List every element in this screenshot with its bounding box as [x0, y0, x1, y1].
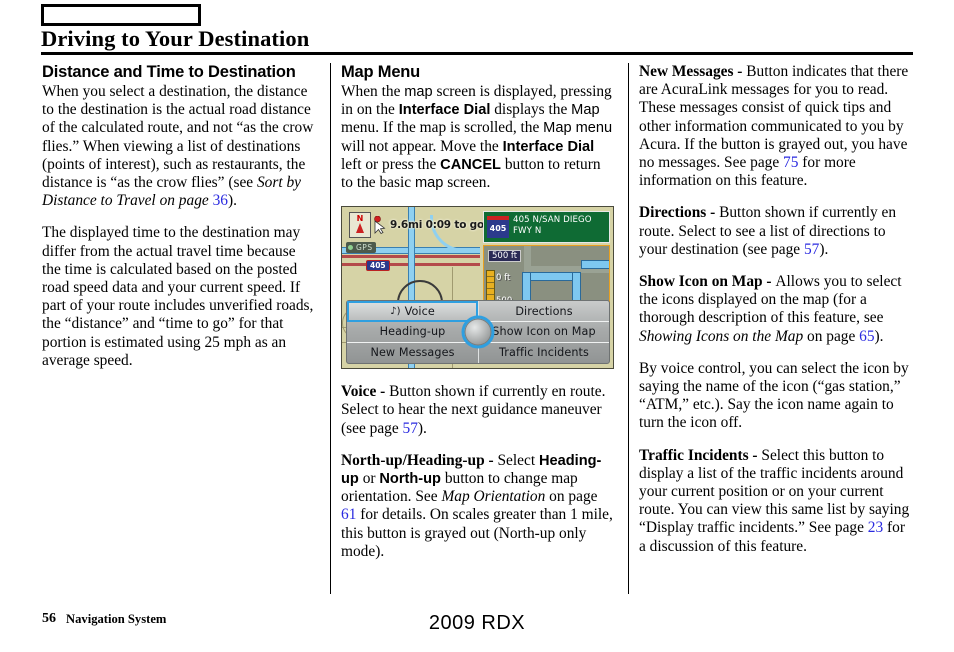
banner-highway-shield-icon: 405 [487, 216, 509, 239]
ui-term-map-menu: Map menu [543, 120, 613, 137]
map-menu-button-directions[interactable]: Directions [478, 301, 609, 322]
compass-north-label: N [356, 214, 364, 224]
text-run: or [358, 470, 380, 488]
page-title: Driving to Your Destination [41, 26, 310, 51]
map-menu-button-label: Show Icon on Map [492, 325, 596, 339]
map-menu-button-traffic-incidents[interactable]: Traffic Incidents [478, 342, 609, 364]
map-menu-button-label: Traffic Incidents [499, 346, 589, 360]
ui-term-interface-dial: Interface Dial [502, 138, 595, 155]
page-reference-link[interactable]: 57 [804, 241, 819, 258]
inset-scale-label-zero: 0 ft [496, 273, 511, 284]
ui-term-cancel: CANCEL [440, 156, 501, 173]
text-run: for details. On scales greater than 1 mi… [341, 506, 613, 560]
footer-model-year: 2009 RDX [428, 612, 526, 634]
paragraph-north-up-heading-up: North-up/Heading-up - Select Heading-up … [341, 452, 613, 561]
text-run: on page [803, 327, 860, 345]
paragraph-new-messages: New Messages - Button indicates that the… [639, 63, 911, 190]
text-run: menu. If the map is scrolled, the [341, 119, 544, 137]
text-run: ). [417, 419, 427, 437]
page-reference-link[interactable]: 75 [783, 154, 798, 171]
column-right: New Messages - Button indicates that the… [639, 63, 911, 570]
heading-map-menu: Map Menu [341, 63, 421, 81]
map-menu-button-show-icon-on-map[interactable]: Show Icon on Map [478, 321, 609, 343]
paragraph-map-menu-intro: When the map screen is displayed, pressi… [341, 83, 613, 192]
inset-scale-label-top: 500 ft [488, 250, 522, 263]
term-voice: Voice - [341, 383, 390, 401]
term-north-up-heading-up: North-up/Heading-up - [341, 451, 498, 469]
page-reference-link[interactable]: 36 [213, 192, 228, 209]
map-cursor-icon [373, 215, 387, 235]
guidance-banner: 405 405 N/SAN DIEGO FWY N [483, 211, 610, 244]
heading-distance-and-time: Distance and Time to Destination [42, 63, 296, 81]
column-divider-1 [330, 63, 331, 594]
term-new-messages: New Messages - [639, 63, 747, 80]
gps-status-indicator: GPS [346, 242, 376, 254]
text-run: will not appear. Move the [341, 137, 503, 155]
text-run-italic: Map Orientation [441, 488, 546, 506]
term-show-icon-on-map: Show Icon on Map - [639, 273, 776, 291]
text-run: ). [819, 240, 829, 258]
map-menu-button-label: New Messages [370, 346, 455, 360]
term-traffic-incidents: Traffic Incidents - [639, 446, 762, 464]
paragraph-traffic-incidents: Traffic Incidents - Select this button t… [639, 447, 911, 556]
ui-term-north-up: North-up [379, 471, 441, 488]
paragraph-displayed-time: The displayed time to the destination ma… [42, 224, 314, 369]
ui-term-map: Map [571, 102, 600, 119]
map-menu-button-label: Voice [404, 304, 435, 318]
column-divider-2 [628, 63, 629, 594]
highway-shield-icon: 405 [366, 260, 390, 272]
term-directions: Directions - [639, 204, 720, 222]
header-divider-rule [41, 52, 913, 55]
map-menu-button-new-messages[interactable]: New Messages [347, 343, 478, 364]
ui-term-map: map [404, 84, 433, 100]
page-reference-link[interactable]: 57 [403, 420, 418, 437]
page-reference-link[interactable]: 61 [341, 506, 356, 523]
ui-term-map: map [414, 175, 444, 192]
text-run: displays the [490, 101, 572, 119]
text-run: When the [341, 83, 405, 100]
paragraph-directions: Directions - Button shown if currently e… [639, 204, 911, 259]
distance-time-to-go-readout: 9.6mi 0:09 to go [390, 219, 484, 232]
chapter-tab-marker [41, 4, 201, 26]
column-middle: Map Menu When the map screen is displaye… [341, 63, 614, 575]
map-menu-button-label: Heading-up [379, 325, 446, 339]
map-menu-button-voice[interactable]: ♪) Voice [347, 301, 478, 322]
column-left: Distance and Time to Destination When yo… [42, 63, 314, 384]
map-menu-button-label: Directions [515, 304, 573, 318]
text-run: on page [545, 488, 598, 506]
paragraph-show-icon-on-map: Show Icon on Map - Allows you to select … [639, 273, 911, 346]
compass-icon: N [349, 212, 371, 239]
paragraph-voice-control: By voice control, you can select the ico… [639, 359, 909, 432]
paragraph-distance-intro: When you select a destination, the dista… [42, 83, 314, 210]
map-menu-button-heading-up[interactable]: Heading-up [347, 322, 478, 343]
paragraph-voice: Voice - Button shown if currently en rou… [341, 383, 613, 438]
speaker-icon: ♪) [390, 305, 401, 317]
text-run: left or press the [341, 155, 441, 173]
compass-needle-icon [356, 223, 364, 234]
text-run: on page [155, 192, 213, 210]
navigation-screen-illustration: N GPS 9.6mi 0:09 to go 405 405 405 N/SAN… [341, 206, 614, 370]
inset-route-line [581, 260, 609, 270]
banner-street-name: 405 N/SAN DIEGO FWY N [513, 215, 592, 237]
text-run: ). [227, 192, 237, 210]
page-reference-link[interactable]: 23 [868, 519, 883, 536]
text-run-italic: Showing Icons on the Map [639, 327, 804, 345]
text-run: ). [874, 327, 884, 345]
interface-dial-knob[interactable] [461, 315, 495, 349]
map-menu-panel: ♪) Voice Directions Heading-up Show Icon … [346, 300, 610, 365]
text-run: screen. [443, 174, 491, 192]
page-reference-link[interactable]: 65 [859, 328, 874, 345]
ui-term-interface-dial: Interface Dial [398, 102, 491, 119]
text-run: Select [497, 451, 539, 469]
